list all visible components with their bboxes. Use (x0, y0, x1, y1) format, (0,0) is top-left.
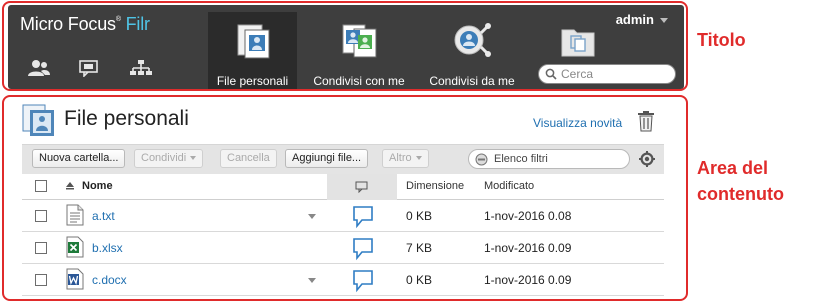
file-size: 0 KB (406, 273, 433, 287)
file-modified: 1-nov-2016 0.09 (484, 273, 572, 287)
text-file-icon (66, 204, 84, 226)
delete-button[interactable]: Cancella (220, 149, 277, 168)
table-row[interactable]: a.txt 0 KB 1-nov-2016 0.08 (22, 200, 664, 232)
chevron-down-icon (190, 156, 197, 161)
trash-icon[interactable] (636, 110, 656, 132)
page-title: File personali (64, 107, 189, 130)
comment-bubble-icon[interactable] (352, 269, 374, 293)
file-name-link[interactable]: a.txt (92, 209, 115, 223)
share-label: Condividi (141, 152, 187, 164)
more-label: Altro (389, 152, 412, 164)
row-checkbox[interactable] (35, 242, 47, 254)
file-modified: 1-nov-2016 0.09 (484, 241, 572, 255)
column-header-size[interactable]: Dimensione (406, 180, 464, 192)
column-header-modified[interactable]: Modificato (484, 180, 534, 192)
chevron-down-icon[interactable] (308, 278, 316, 283)
word-file-icon (66, 268, 84, 290)
add-files-button[interactable]: Aggiungi file... (285, 149, 369, 168)
table-row[interactable]: c.docx 0 KB 1-nov-2016 0.09 (22, 264, 664, 296)
select-all-checkbox[interactable] (35, 180, 47, 192)
spreadsheet-file-icon (66, 236, 84, 258)
column-header-comments[interactable] (327, 174, 397, 200)
filter-list-field[interactable]: Elenco filtri (468, 149, 630, 169)
comment-bubble-icon[interactable] (352, 205, 374, 229)
chevron-down-icon[interactable] (308, 214, 316, 219)
column-header-name[interactable]: Nome (82, 180, 113, 192)
share-button[interactable]: Condividi (134, 149, 204, 168)
whats-new-link[interactable]: Visualizza novità (533, 116, 622, 130)
table-row[interactable]: b.xlsx 7 KB 1-nov-2016 0.09 (22, 232, 664, 264)
row-checkbox[interactable] (35, 210, 47, 222)
filter-list-label: Elenco filtri (494, 153, 548, 165)
file-modified: 1-nov-2016 0.08 (484, 209, 572, 223)
row-checkbox[interactable] (35, 274, 47, 286)
my-files-page-icon (22, 104, 58, 138)
title-callout-frame (2, 1, 688, 91)
title-callout-label: Titolo (697, 30, 746, 50)
file-table-header: Nome Dimensione Modificato (22, 174, 664, 200)
content-callout-label-line1: Area del (697, 158, 769, 178)
file-name-link[interactable]: c.docx (92, 273, 127, 287)
gear-icon[interactable] (639, 151, 655, 172)
new-folder-button[interactable]: Nuova cartella... (32, 149, 126, 168)
filr-window: Micro Focus® Filr admin File personali C… (0, 0, 822, 306)
more-button[interactable]: Altro (382, 149, 429, 168)
filter-icon (475, 153, 488, 166)
comment-icon (355, 181, 368, 193)
chevron-down-icon (415, 156, 422, 161)
file-name-link[interactable]: b.xlsx (92, 241, 123, 255)
file-size: 0 KB (406, 209, 433, 223)
content-callout-label-line2: contenuto (697, 184, 784, 204)
file-size: 7 KB (406, 241, 433, 255)
file-toolbar: Nuova cartella... Condividi Cancella Agg… (22, 144, 664, 174)
comment-bubble-icon[interactable] (352, 237, 374, 261)
sort-ascending-icon[interactable] (66, 182, 74, 190)
